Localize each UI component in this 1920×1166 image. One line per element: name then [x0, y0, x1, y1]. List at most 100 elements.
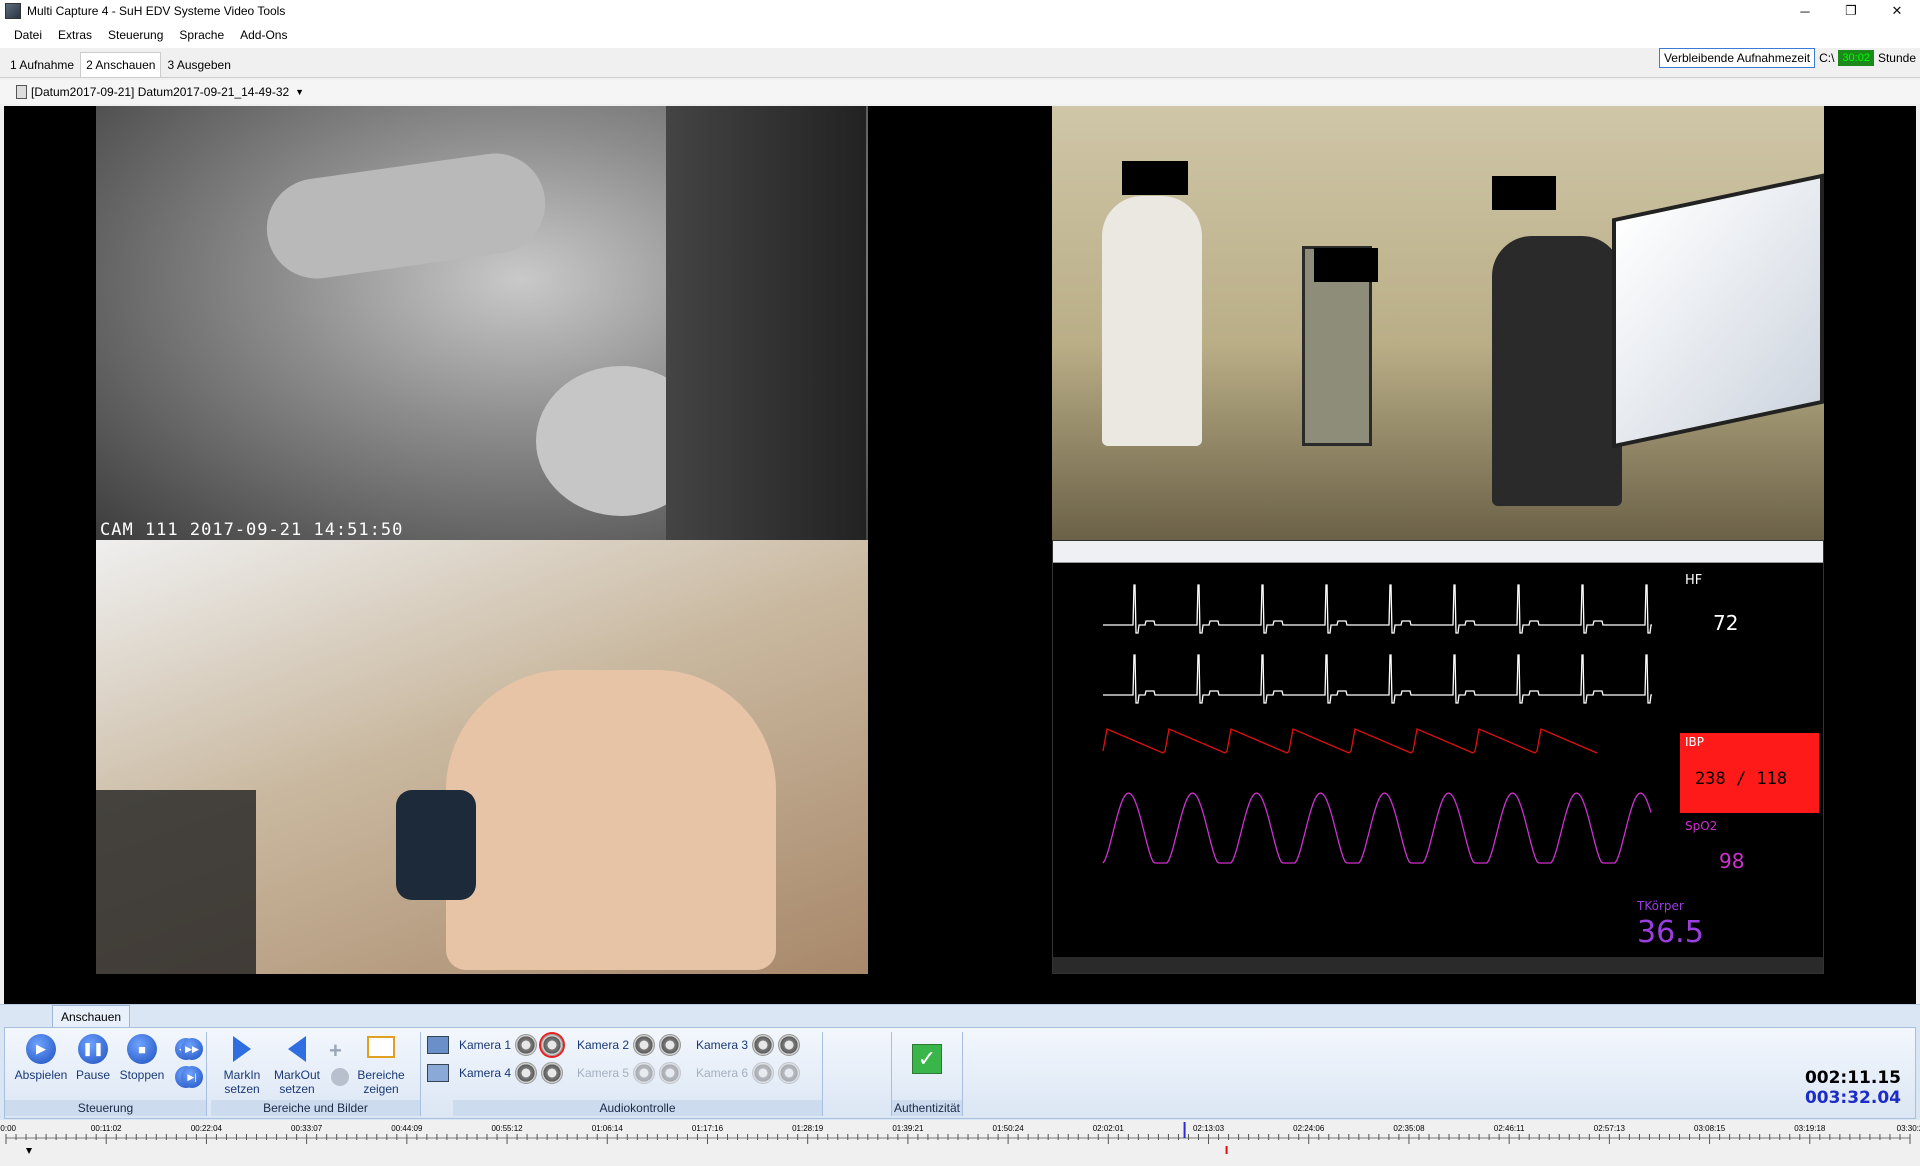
speaker-icon[interactable] — [541, 1034, 564, 1056]
tab-aufnahme[interactable]: 1 Aufnahme — [4, 52, 80, 77]
menu-extras[interactable]: Extras — [50, 28, 100, 42]
group-audio: Kamera 1 Kamera 2 Kamera 3 Kamera 4 Kame — [453, 1032, 823, 1116]
tab-ausgeben[interactable]: 3 Ausgeben — [161, 52, 236, 77]
camera-view-2[interactable] — [1052, 106, 1824, 540]
timeline-tick-label: 02:13:03 — [1193, 1124, 1225, 1133]
timeline[interactable]: 00:00 00:11:02 00:22:04 00:33:07 00:44:09 00:… — [0, 1120, 1920, 1166]
fast-forward-icon[interactable]: ▶▶ — [181, 1038, 203, 1060]
ribbon-body: ▶ Abspielen ❚❚ Pause ■ Stoppen ◀◀ |◀ Ste… — [4, 1027, 1916, 1119]
spo2-label: SpO2 — [1685, 819, 1718, 833]
skip-forward-icon[interactable]: ▶| — [181, 1066, 203, 1088]
hf-value: 72 — [1713, 611, 1739, 635]
speaker-icon[interactable] — [541, 1062, 564, 1084]
markout-label-2: setzen — [279, 1082, 315, 1096]
monitor-footer-bar — [1053, 957, 1823, 973]
audio-kamera-5: Kamera 5 — [577, 1062, 682, 1084]
check-icon[interactable]: ✓ — [912, 1044, 942, 1074]
markin-button[interactable]: MarkIn setzen — [219, 1032, 265, 1096]
timeline-tick-label: 00:22:04 — [191, 1124, 223, 1133]
timeline-tick-label: 00:55:12 — [491, 1124, 523, 1133]
ribbon-tab-anschauen[interactable]: Anschauen — [52, 1005, 131, 1028]
timecode-display: 002:11.15 003:32.04 — [1805, 1068, 1901, 1108]
group-auth: ✓ Authentizität — [891, 1032, 963, 1116]
timeline-tick-label: 03:30:2 — [1897, 1124, 1920, 1133]
disabled-circle-icon — [331, 1068, 349, 1086]
timeline-ruler[interactable]: 00:00 00:11:02 00:22:04 00:33:07 00:44:09 00:… — [0, 1120, 1920, 1166]
timeline-tick-label: 00:44:09 — [391, 1124, 423, 1133]
menu-addons[interactable]: Add-Ons — [232, 28, 295, 42]
markout-button[interactable]: MarkOut setzen — [271, 1032, 323, 1096]
ecg-wave-2 — [1103, 654, 1652, 704]
speaker-icon[interactable] — [778, 1034, 801, 1056]
cam1-scene-arm — [260, 147, 552, 285]
close-button[interactable]: ✕ — [1874, 0, 1920, 22]
play-icon: ▶ — [26, 1034, 56, 1064]
audio-kamera-1[interactable]: Kamera 1 — [459, 1034, 564, 1056]
show-ranges-label: Bereiche — [357, 1068, 405, 1082]
window-title: Multi Capture 4 - SuH EDV Systeme Video … — [27, 4, 286, 18]
pause-label: Pause — [75, 1068, 111, 1082]
menu-sprache[interactable]: Sprache — [171, 28, 232, 42]
app-icon — [5, 3, 21, 19]
total-time: 003:32.04 — [1804, 1088, 1901, 1108]
speaker-icon[interactable] — [659, 1034, 682, 1056]
audio-kamera-4[interactable]: Kamera 4 — [459, 1062, 564, 1084]
group-bereiche: MarkIn setzen MarkOut setzen + Bereiche … — [211, 1032, 421, 1116]
chevron-down-icon[interactable]: ▼ — [295, 87, 304, 97]
current-time: 002:11.15 — [1804, 1068, 1901, 1088]
session-label: [Datum2017-09-21] Datum2017-09-21_14-49-… — [31, 85, 290, 99]
hf-label: HF — [1685, 573, 1703, 588]
markout-icon — [288, 1036, 306, 1062]
timeline-tick-label: 01:28:19 — [792, 1124, 824, 1133]
timeline-tick-label: 02:35:08 — [1393, 1124, 1425, 1133]
pause-button[interactable]: ❚❚ Pause — [71, 1034, 115, 1082]
session-selector[interactable]: [Datum2017-09-21] Datum2017-09-21_14-49-… — [0, 80, 1920, 104]
temperature-value: 36.5 — [1637, 915, 1704, 950]
camera-view-1[interactable]: CAM 111 2017-09-21 14:51:50 — [96, 106, 868, 540]
mute-icon[interactable] — [515, 1062, 538, 1084]
mute-icon[interactable] — [515, 1034, 538, 1056]
audio-kamera-6-label: Kamera 6 — [696, 1066, 749, 1080]
audio-kamera-1-label: Kamera 1 — [459, 1038, 512, 1052]
ecg-wave-1 — [1103, 584, 1652, 634]
show-ranges-button[interactable]: Bereiche zeigen — [357, 1032, 405, 1096]
list-icon — [367, 1036, 395, 1058]
audio-kamera-5-label: Kamera 5 — [577, 1066, 630, 1080]
audio-kamera-3[interactable]: Kamera 3 — [696, 1034, 801, 1056]
title-bar: Multi Capture 4 - SuH EDV Systeme Video … — [0, 0, 1920, 22]
mute-icon[interactable] — [752, 1034, 775, 1056]
timeline-tick-label: 02:02:01 — [1093, 1124, 1125, 1133]
restore-button[interactable]: ❐ — [1828, 0, 1874, 22]
markin-label-2: setzen — [224, 1082, 260, 1096]
tab-anschauen[interactable]: 2 Anschauen — [80, 52, 162, 77]
camera-view-3[interactable] — [96, 540, 868, 974]
timeline-tick-label: 00:33:07 — [291, 1124, 323, 1133]
main-tabs: 1 Aufnahme 2 Anschauen 3 Ausgeben — [0, 50, 1920, 78]
audio-kamera-2-label: Kamera 2 — [577, 1038, 630, 1052]
window-controls: ─ ❐ ✕ — [1782, 0, 1920, 22]
add-icon[interactable]: + — [329, 1038, 342, 1064]
play-button[interactable]: ▶ Abspielen — [13, 1034, 69, 1082]
audio-kamera-6: Kamera 6 — [696, 1062, 801, 1084]
group-steuerung: ▶ Abspielen ❚❚ Pause ■ Stoppen ◀◀ |◀ Ste… — [5, 1032, 207, 1116]
timeline-tick-label: 01:17:16 — [692, 1124, 724, 1133]
privacy-redaction — [1122, 161, 1188, 195]
menu-datei[interactable]: Datei — [6, 28, 50, 42]
mute-icon[interactable] — [633, 1034, 656, 1056]
export-image-icon[interactable] — [427, 1064, 449, 1082]
cam3-scene-person — [96, 790, 256, 974]
spo2-value: 98 — [1719, 849, 1745, 873]
pleth-wave — [1102, 792, 1652, 864]
stop-button[interactable]: ■ Stoppen — [117, 1034, 167, 1082]
cam2-scene-screen — [1612, 173, 1824, 449]
menu-steuerung[interactable]: Steuerung — [100, 28, 171, 42]
audio-kamera-2[interactable]: Kamera 2 — [577, 1034, 682, 1056]
ibp-wave — [1102, 728, 1598, 754]
mute-icon — [752, 1062, 775, 1084]
speaker-icon — [778, 1062, 801, 1084]
minimize-button[interactable]: ─ — [1782, 0, 1828, 22]
camera-view-4-monitor[interactable]: HF 72 IBP 238 / 118 SpO2 98 TKörper 36.5 — [1052, 540, 1824, 974]
cam2-scene-person — [1492, 236, 1622, 506]
image-icon[interactable] — [427, 1036, 449, 1054]
timeline-tick-label: 02:57:13 — [1594, 1124, 1626, 1133]
